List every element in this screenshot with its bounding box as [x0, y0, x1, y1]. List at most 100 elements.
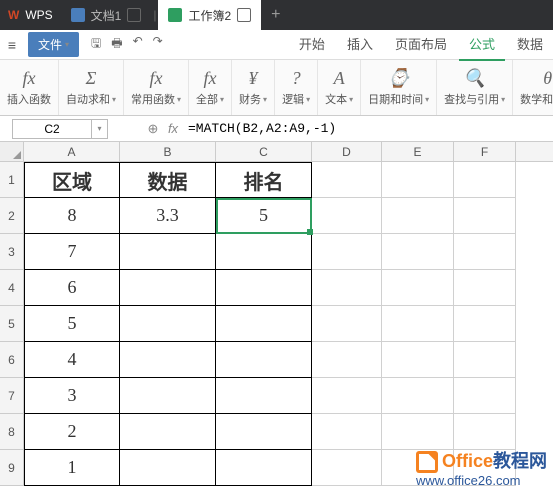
cell[interactable] — [382, 342, 454, 378]
cell[interactable] — [216, 378, 312, 414]
new-tab[interactable]: + — [261, 0, 290, 30]
cell[interactable]: 6 — [24, 270, 120, 306]
wps-home-tab[interactable]: WWPS — [0, 0, 61, 30]
select-all-corner[interactable] — [0, 142, 24, 161]
ribbon-common-fn[interactable]: fx常用函数▾ — [124, 60, 189, 115]
cell[interactable] — [120, 306, 216, 342]
row-head[interactable]: 6 — [0, 342, 24, 378]
cell[interactable]: 4 — [24, 342, 120, 378]
row-head[interactable]: 9 — [0, 450, 24, 486]
cell[interactable] — [312, 378, 382, 414]
row-head[interactable]: 5 — [0, 306, 24, 342]
cell[interactable] — [382, 306, 454, 342]
cell[interactable] — [382, 198, 454, 234]
cell[interactable] — [312, 270, 382, 306]
doc-tab-2[interactable]: 工作簿2 — [158, 0, 261, 30]
row-head[interactable]: 2 — [0, 198, 24, 234]
ribbon-autosum[interactable]: Σ自动求和▾ — [59, 60, 124, 115]
cell[interactable] — [216, 414, 312, 450]
cell[interactable]: 区域 — [24, 162, 120, 198]
print-icon[interactable]: 🖶 — [111, 34, 122, 55]
row-head[interactable]: 3 — [0, 234, 24, 270]
tab-start[interactable]: 开始 — [289, 28, 335, 61]
ribbon-lookup[interactable]: 🔍查找与引用▾ — [437, 60, 513, 115]
cell[interactable]: 3.3 — [120, 198, 216, 234]
cell[interactable] — [216, 342, 312, 378]
cell[interactable] — [120, 270, 216, 306]
ribbon-logic[interactable]: ?逻辑▾ — [275, 60, 318, 115]
cell[interactable] — [216, 234, 312, 270]
tab-layout[interactable]: 页面布局 — [385, 28, 457, 61]
cell[interactable] — [312, 234, 382, 270]
cell[interactable]: 7 — [24, 234, 120, 270]
cell[interactable] — [454, 378, 516, 414]
col-head-a[interactable]: A — [24, 142, 120, 161]
cell[interactable]: 排名 — [216, 162, 312, 198]
save-icon[interactable]: 🖫 — [91, 34, 101, 55]
cell[interactable]: 8 — [24, 198, 120, 234]
zoom-icon[interactable]: ⊕ — [144, 120, 162, 138]
cell[interactable] — [120, 450, 216, 486]
cell[interactable] — [382, 378, 454, 414]
cell[interactable] — [454, 270, 516, 306]
row-head[interactable]: 1 — [0, 162, 24, 198]
cell[interactable] — [216, 450, 312, 486]
col-head-e[interactable]: E — [382, 142, 454, 161]
col-head-f[interactable]: F — [454, 142, 516, 161]
name-box[interactable]: ▾ — [12, 119, 132, 139]
cell[interactable] — [454, 414, 516, 450]
menu-icon[interactable]: ≡ — [0, 37, 24, 53]
row-head[interactable]: 7 — [0, 378, 24, 414]
col-head-d[interactable]: D — [312, 142, 382, 161]
cell[interactable] — [120, 342, 216, 378]
ribbon-all-fn[interactable]: fx全部▾ — [189, 60, 232, 115]
cell[interactable] — [216, 270, 312, 306]
fx-icon[interactable]: fx — [164, 120, 182, 138]
ribbon-finance[interactable]: ¥财务▾ — [232, 60, 275, 115]
redo-icon[interactable]: ↷ — [153, 34, 163, 55]
cell[interactable] — [312, 198, 382, 234]
cell[interactable]: 3 — [24, 378, 120, 414]
cell[interactable] — [120, 378, 216, 414]
col-head-b[interactable]: B — [120, 142, 216, 161]
ribbon-math[interactable]: θ数学和三角 — [513, 60, 553, 115]
cell[interactable] — [312, 162, 382, 198]
name-box-input[interactable] — [12, 119, 92, 139]
cell[interactable] — [454, 342, 516, 378]
row-head[interactable]: 8 — [0, 414, 24, 450]
cell[interactable] — [312, 306, 382, 342]
cell[interactable] — [216, 306, 312, 342]
tab-data[interactable]: 数据 — [507, 28, 553, 61]
file-menu[interactable]: 文件▾ — [28, 32, 79, 57]
doc-tab-1[interactable]: 文档1 — [61, 0, 152, 30]
cell[interactable]: 5 — [216, 198, 312, 234]
cell[interactable] — [382, 414, 454, 450]
cell[interactable] — [312, 342, 382, 378]
cell[interactable] — [382, 270, 454, 306]
ribbon-text[interactable]: A文本▾ — [318, 60, 361, 115]
cell[interactable]: 5 — [24, 306, 120, 342]
cell[interactable]: 数据 — [120, 162, 216, 198]
cell[interactable] — [454, 306, 516, 342]
tab-insert[interactable]: 插入 — [337, 28, 383, 61]
ribbon-insert-fn[interactable]: fx插入函数 — [0, 60, 59, 115]
cell[interactable] — [382, 162, 454, 198]
cell[interactable] — [120, 414, 216, 450]
cell[interactable] — [312, 414, 382, 450]
cell[interactable] — [382, 234, 454, 270]
formula-bar-input[interactable] — [184, 119, 553, 139]
tab-window-icon — [237, 8, 251, 22]
name-box-dropdown[interactable]: ▾ — [92, 119, 108, 139]
col-head-c[interactable]: C — [216, 142, 312, 161]
undo-icon[interactable]: ↶ — [133, 34, 143, 55]
row-head[interactable]: 4 — [0, 270, 24, 306]
cell[interactable]: 2 — [24, 414, 120, 450]
ribbon-datetime[interactable]: ⌚日期和时间▾ — [361, 60, 437, 115]
cell[interactable] — [454, 234, 516, 270]
cell[interactable] — [120, 234, 216, 270]
cell[interactable] — [454, 162, 516, 198]
cell[interactable] — [312, 450, 382, 486]
cell[interactable] — [454, 198, 516, 234]
cell[interactable]: 1 — [24, 450, 120, 486]
tab-formula[interactable]: 公式 — [459, 28, 505, 61]
